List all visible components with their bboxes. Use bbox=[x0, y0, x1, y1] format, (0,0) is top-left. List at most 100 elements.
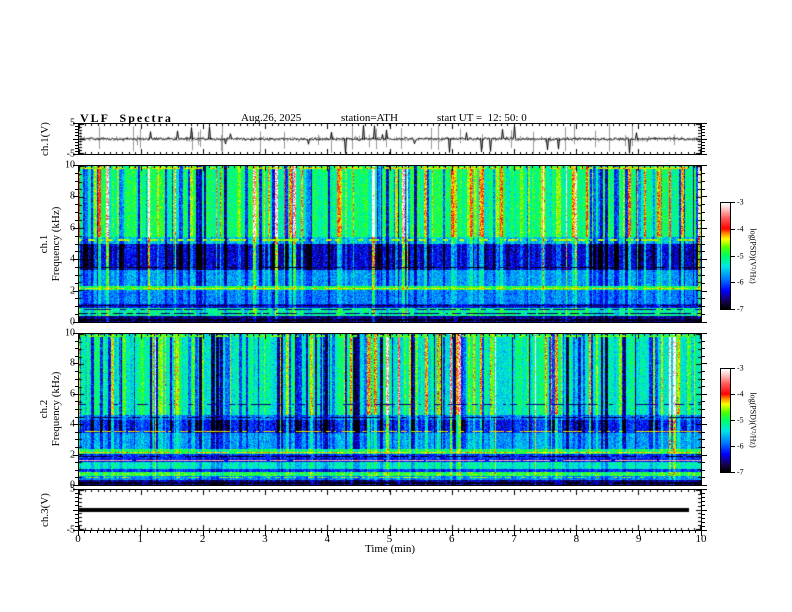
y-minor-tick-mark bbox=[75, 386, 78, 387]
x-minor-tick-mark bbox=[309, 530, 310, 533]
colorbar-ch1-gradient bbox=[721, 203, 730, 309]
x-minor-tick-mark bbox=[695, 530, 696, 533]
colorbar-tick-mark bbox=[731, 420, 735, 421]
y-minor-tick-mark bbox=[75, 530, 78, 531]
colorbar-tick-mark bbox=[731, 309, 735, 310]
y-minor-tick-mark bbox=[75, 485, 78, 486]
x-minor-tick-mark bbox=[651, 530, 652, 533]
y-minor-tick-mark bbox=[75, 470, 78, 471]
y-minor-tick-mark bbox=[75, 439, 78, 440]
y-minor-tick-mark bbox=[75, 518, 78, 519]
x-minor-tick-mark bbox=[439, 530, 440, 533]
y-minor-tick-mark bbox=[702, 275, 705, 276]
y-minor-tick-mark bbox=[702, 447, 705, 448]
y-minor-tick-mark bbox=[702, 356, 705, 357]
y-tick-label: 10 bbox=[65, 159, 75, 171]
x-minor-tick-mark bbox=[134, 530, 135, 533]
x-minor-tick-mark bbox=[290, 530, 291, 533]
y-minor-tick-mark bbox=[75, 526, 78, 527]
ch1-waveform-panel bbox=[78, 123, 702, 155]
y-minor-tick-mark bbox=[75, 424, 78, 425]
y-minor-tick-mark bbox=[702, 379, 705, 380]
x-minor-tick-mark bbox=[676, 530, 677, 533]
x-minor-tick-mark bbox=[527, 530, 528, 533]
x-minor-tick-mark bbox=[645, 530, 646, 533]
colorbar-tick-label: -4 bbox=[737, 224, 744, 234]
y-minor-tick-mark bbox=[702, 371, 705, 372]
y-tick-label: 6 bbox=[53, 222, 75, 233]
y-minor-tick-mark bbox=[702, 244, 705, 245]
y-minor-tick-mark bbox=[702, 145, 705, 146]
x-minor-tick-mark bbox=[240, 530, 241, 533]
ch1-spec-ylabel-ch: ch.1 bbox=[38, 234, 50, 254]
colorbar-ch1 bbox=[720, 202, 731, 310]
y-minor-tick-mark bbox=[75, 401, 78, 402]
x-minor-tick-mark bbox=[452, 530, 453, 533]
y-minor-tick-mark bbox=[75, 189, 78, 190]
x-minor-tick-mark bbox=[614, 530, 615, 533]
y-minor-tick-mark bbox=[75, 142, 78, 143]
x-minor-tick-mark bbox=[90, 530, 91, 533]
y-minor-tick-mark bbox=[75, 129, 78, 130]
ch1-waveform-plot bbox=[79, 124, 701, 154]
y-tick-label: 10 bbox=[65, 327, 75, 339]
x-minor-tick-mark bbox=[626, 530, 627, 533]
x-minor-tick-mark bbox=[109, 530, 110, 533]
colorbar-tick-label: -6 bbox=[737, 441, 744, 451]
x-minor-tick-mark bbox=[608, 530, 609, 533]
y-minor-tick-mark bbox=[702, 501, 705, 502]
y-minor-tick-mark bbox=[702, 165, 705, 166]
x-minor-tick-mark bbox=[190, 530, 191, 533]
colorbar-tick-label: -5 bbox=[737, 251, 744, 260]
y-minor-tick-mark bbox=[75, 341, 78, 342]
y-minor-tick-mark bbox=[75, 165, 78, 166]
y-minor-tick-mark bbox=[702, 409, 705, 410]
y-minor-tick-mark bbox=[75, 447, 78, 448]
y-minor-tick-mark bbox=[75, 148, 78, 149]
y-minor-tick-mark bbox=[702, 148, 705, 149]
colorbar-tick-label: -3 bbox=[737, 363, 744, 373]
y-minor-tick-mark bbox=[75, 173, 78, 174]
y-minor-tick-mark bbox=[702, 123, 705, 124]
x-minor-tick-mark bbox=[259, 530, 260, 533]
x-minor-tick-mark bbox=[346, 530, 347, 533]
y-minor-tick-mark bbox=[75, 314, 78, 315]
x-minor-tick-mark bbox=[383, 530, 384, 533]
x-minor-tick-mark bbox=[682, 530, 683, 533]
y-minor-tick-mark bbox=[702, 154, 705, 155]
y-minor-tick-mark bbox=[702, 181, 705, 182]
y-tick-label: 2 bbox=[53, 449, 75, 460]
y-minor-tick-mark bbox=[702, 151, 705, 152]
y-minor-tick-mark bbox=[702, 267, 705, 268]
x-minor-tick-mark bbox=[315, 530, 316, 533]
y-minor-tick-mark bbox=[75, 510, 78, 511]
y-minor-tick-mark bbox=[702, 142, 705, 143]
y-minor-tick-mark bbox=[75, 244, 78, 245]
x-minor-tick-mark bbox=[234, 530, 235, 533]
x-minor-tick-mark bbox=[327, 530, 328, 533]
y-minor-tick-mark bbox=[75, 154, 78, 155]
y-minor-tick-mark bbox=[75, 522, 78, 523]
y-minor-tick-mark bbox=[75, 212, 78, 213]
x-minor-tick-mark bbox=[601, 530, 602, 533]
x-minor-tick-mark bbox=[483, 530, 484, 533]
x-minor-tick-mark bbox=[122, 530, 123, 533]
y-minor-tick-mark bbox=[702, 417, 705, 418]
y-minor-tick-mark bbox=[702, 129, 705, 130]
x-minor-tick-mark bbox=[495, 530, 496, 533]
y-minor-tick-mark bbox=[702, 424, 705, 425]
ch3-ylabel: ch.3(V) bbox=[39, 493, 51, 527]
ch1-spec-ylabel-freq: Frequency (kHz) bbox=[50, 206, 62, 282]
x-minor-tick-mark bbox=[340, 530, 341, 533]
y-minor-tick-mark bbox=[75, 236, 78, 237]
y-minor-tick-mark bbox=[702, 505, 705, 506]
colorbar-tick-label: -6 bbox=[737, 277, 744, 287]
y-minor-tick-mark bbox=[75, 228, 78, 229]
y-minor-tick-mark bbox=[75, 322, 78, 323]
y-minor-tick-mark bbox=[75, 462, 78, 463]
y-minor-tick-mark bbox=[702, 489, 705, 490]
y-tick-label: 4 bbox=[53, 419, 75, 430]
x-minor-tick-mark bbox=[514, 530, 515, 533]
y-minor-tick-mark bbox=[702, 251, 705, 252]
y-minor-tick-mark bbox=[702, 497, 705, 498]
